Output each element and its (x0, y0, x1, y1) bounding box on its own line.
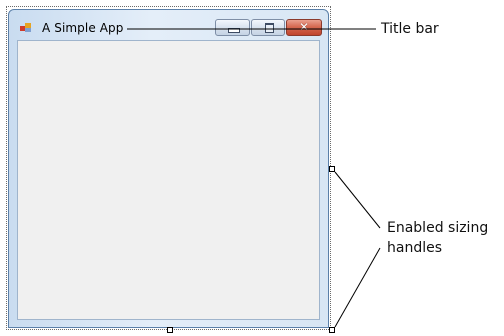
sizing-handles-callout: Enabled sizing handles (387, 218, 504, 258)
title-bar-callout: Title bar (381, 21, 439, 37)
sizing-handles-callout-line2: handles (387, 240, 443, 256)
callout-leader-lines (127, 28, 381, 328)
handle-leader-line-lower (334, 247, 381, 328)
handle-leader-line-upper (334, 171, 381, 229)
sizing-handles-callout-line1: Enabled sizing (387, 220, 489, 236)
